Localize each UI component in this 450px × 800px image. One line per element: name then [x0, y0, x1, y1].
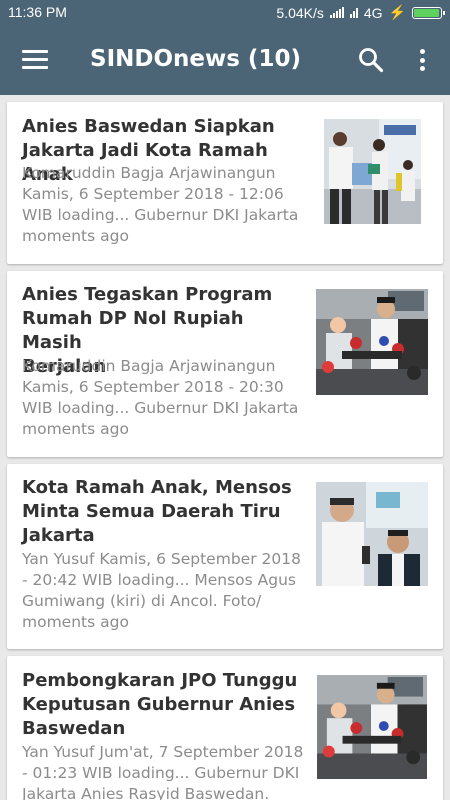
status-indicators: 5.04K/s 4G ⚡ — [276, 4, 445, 21]
news-card[interactable]: Anies Tegaskan Program Rumah DP Nol Rupi… — [7, 271, 443, 457]
app-title: SINDOnews (10) — [90, 46, 301, 72]
battery-icon — [412, 6, 445, 19]
signal-strength-icon-2 — [349, 7, 358, 18]
article-meta: Komaruddin Bagja Arjawinangun Kamis, 6 S… — [22, 356, 312, 440]
network-type: 4G — [363, 4, 383, 21]
app-bar: SINDOnews (10) — [0, 25, 450, 95]
more-vert-icon[interactable] — [416, 47, 428, 73]
article-meta: Komaruddin Bagja Arjawinangun Kamis, 6 S… — [22, 163, 312, 247]
signal-strength-icon — [329, 7, 344, 18]
news-feed[interactable]: Anies Baswedan Siapkan Jakarta Jadi Kota… — [0, 95, 450, 800]
article-meta: Yan Yusuf Jum'at, 7 September 2018 - 01:… — [22, 743, 304, 800]
article-title[interactable]: Pembongkaran JPO Tunggu Keputusan Gubern… — [22, 669, 307, 741]
search-icon[interactable] — [358, 47, 384, 73]
news-card[interactable]: Anies Baswedan Siapkan Jakarta Jadi Kota… — [7, 102, 443, 264]
charging-icon: ⚡ — [388, 4, 406, 20]
article-thumbnail[interactable] — [324, 119, 421, 224]
status-time: 11:36 PM — [8, 4, 67, 20]
article-title[interactable]: Kota Ramah Anak, Mensos Minta Semua Daer… — [22, 476, 307, 548]
hamburger-menu-icon[interactable] — [22, 50, 48, 70]
article-timestamp: moments ago — [22, 613, 129, 631]
article-thumbnail[interactable] — [316, 289, 428, 395]
news-card[interactable]: Pembongkaran JPO Tunggu Keputusan Gubern… — [7, 656, 443, 800]
article-thumbnail[interactable] — [316, 675, 428, 779]
article-meta: Yan Yusuf Kamis, 6 September 2018 - 20:4… — [22, 549, 312, 633]
article-timestamp: moments ago — [22, 227, 129, 245]
article-thumbnail[interactable] — [316, 482, 428, 586]
battery-level — [414, 8, 440, 17]
news-card[interactable]: Kota Ramah Anak, Mensos Minta Semua Daer… — [7, 464, 443, 649]
network-speed: 5.04K/s — [276, 4, 324, 21]
status-bar: 11:36 PM 5.04K/s 4G ⚡ — [0, 0, 450, 25]
article-timestamp: moments ago — [22, 420, 129, 438]
